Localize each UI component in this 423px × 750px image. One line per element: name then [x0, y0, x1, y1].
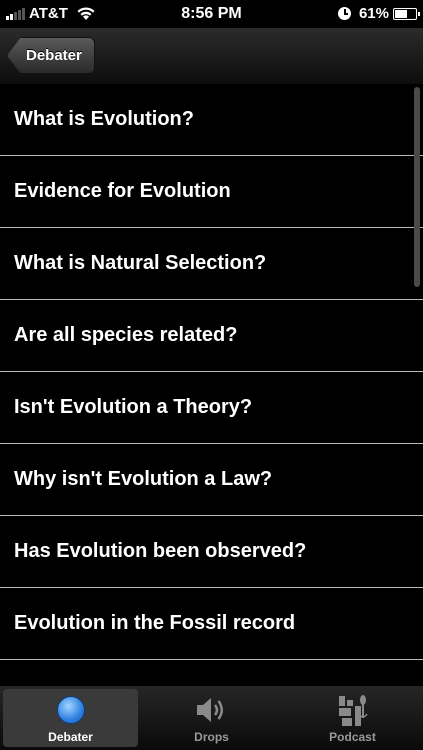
podcast-icon: [333, 692, 373, 728]
list-item[interactable]: Evolution in the Fossil record: [0, 588, 423, 660]
list-item[interactable]: Why isn't Evolution a Law?: [0, 444, 423, 516]
list-item[interactable]: What is Evolution?: [0, 84, 423, 156]
tab-podcast[interactable]: Podcast: [285, 689, 420, 747]
battery-icon: [393, 7, 420, 20]
list-item[interactable]: [0, 660, 423, 686]
navigation-bar: Debater: [0, 28, 423, 85]
scroll-indicator[interactable]: [414, 87, 420, 287]
list-item[interactable]: Evidence for Evolution: [0, 156, 423, 228]
tab-bar: Debater Drops Podcast: [0, 686, 423, 750]
tab-label: Podcast: [329, 730, 376, 744]
back-button[interactable]: Debater: [7, 37, 95, 74]
battery-percent: 61%: [358, 5, 389, 22]
tab-debater[interactable]: Debater: [3, 689, 138, 747]
blue-dot-icon: [51, 692, 91, 728]
tab-label: Drops: [194, 730, 229, 744]
list-item[interactable]: Has Evolution been observed?: [0, 516, 423, 588]
topic-list[interactable]: What is Evolution? Evidence for Evolutio…: [0, 84, 423, 686]
tab-drops[interactable]: Drops: [144, 689, 279, 747]
tab-label: Debater: [48, 730, 93, 744]
status-bar: AT&T 8:56 PM 61%: [0, 0, 423, 28]
status-right: 61%: [337, 5, 420, 22]
list-item[interactable]: What is Natural Selection?: [0, 228, 423, 300]
list-item[interactable]: Isn't Evolution a Theory?: [0, 372, 423, 444]
speaker-icon: [192, 692, 232, 728]
clock-icon: [337, 7, 351, 20]
list-item[interactable]: Are all species related?: [0, 300, 423, 372]
